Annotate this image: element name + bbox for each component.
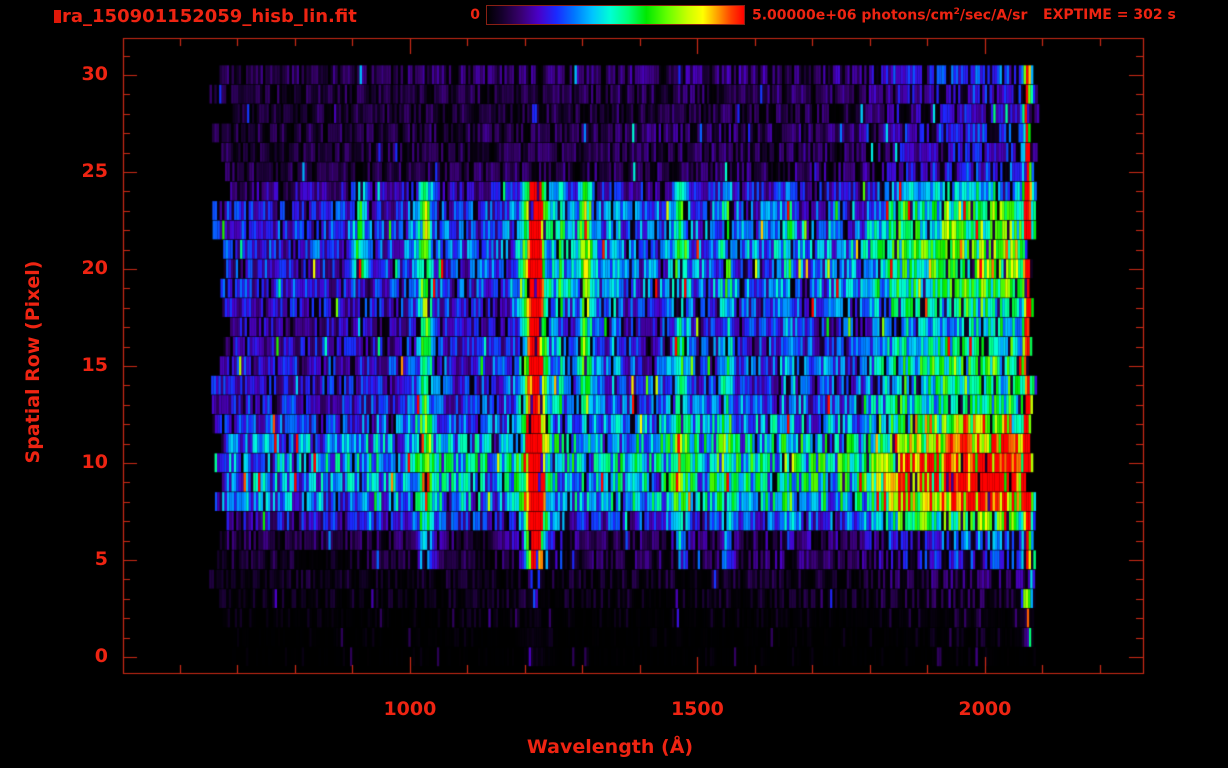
x-axis-title: Wavelength (Å): [526, 736, 694, 758]
y-tick-label: 15: [81, 354, 108, 377]
y-tick-label: 0: [94, 645, 108, 668]
spectral-image-viewer: { "header": { "title": "ra_150901152059_…: [0, 0, 1228, 768]
colorbar-max-prefix: 5.00000e+06 photons/cm: [752, 7, 954, 24]
y-tick-label: 25: [81, 160, 108, 183]
y-tick-label: 5: [94, 548, 108, 571]
plot-title: ra_150901152059_hisb_lin.fit: [62, 6, 357, 27]
y-tick-label: 20: [81, 257, 108, 280]
x-tick-label: 1500: [670, 698, 724, 720]
y-axis-title: Spatial Row (Pixel): [22, 260, 44, 464]
spectral-heatmap-canvas: [0, 0, 1228, 768]
colorbar-max-label: 5.00000e+06 photons/cm2/sec/A/sr: [752, 7, 1027, 24]
colorbar-max-suffix: /sec/A/sr: [959, 7, 1028, 24]
x-tick-label: 2000: [958, 698, 1012, 720]
cursor-artifact: [54, 10, 61, 23]
colorbar-gradient: [486, 5, 745, 25]
y-tick-label: 30: [81, 63, 108, 86]
y-tick-label: 10: [81, 451, 108, 474]
colorbar-min-label: 0: [470, 7, 480, 23]
exptime-label: EXPTIME = 302 s: [1043, 7, 1176, 23]
x-tick-label: 1000: [383, 698, 437, 720]
